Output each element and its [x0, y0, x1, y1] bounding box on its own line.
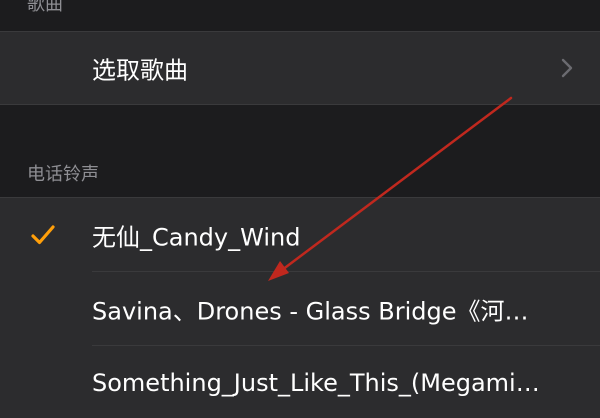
ringtone-label: Something_Just_Like_This_(Megami…: [92, 369, 540, 397]
ringtone-label: Savina、Drones - Glass Bridge《河…: [92, 297, 529, 326]
section-header-songs: 歌曲: [27, 0, 63, 15]
choose-song-label: 选取歌曲: [92, 56, 188, 85]
ringtone-label: 无仙_Candy_Wind: [92, 223, 301, 252]
ringtones-group: 无仙_Candy_Wind Savina、Drones - Glass Brid…: [0, 197, 600, 418]
ringtone-settings-screen: 歌曲 选取歌曲 电话铃声 无仙_Candy_Wind Savina、Drones…: [0, 0, 600, 418]
section-header-ringtones: 电话铃声: [27, 164, 99, 185]
ringtone-row-1[interactable]: 无仙_Candy_Wind: [0, 198, 600, 272]
ringtone-row-2[interactable]: Savina、Drones - Glass Bridge《河…: [0, 272, 600, 346]
choose-song-row[interactable]: 选取歌曲: [0, 32, 600, 104]
chevron-right-icon: [561, 58, 573, 78]
checkmark-icon: [31, 225, 55, 245]
songs-group: 选取歌曲: [0, 31, 600, 105]
ringtone-row-3[interactable]: Something_Just_Like_This_(Megami…: [0, 346, 600, 418]
